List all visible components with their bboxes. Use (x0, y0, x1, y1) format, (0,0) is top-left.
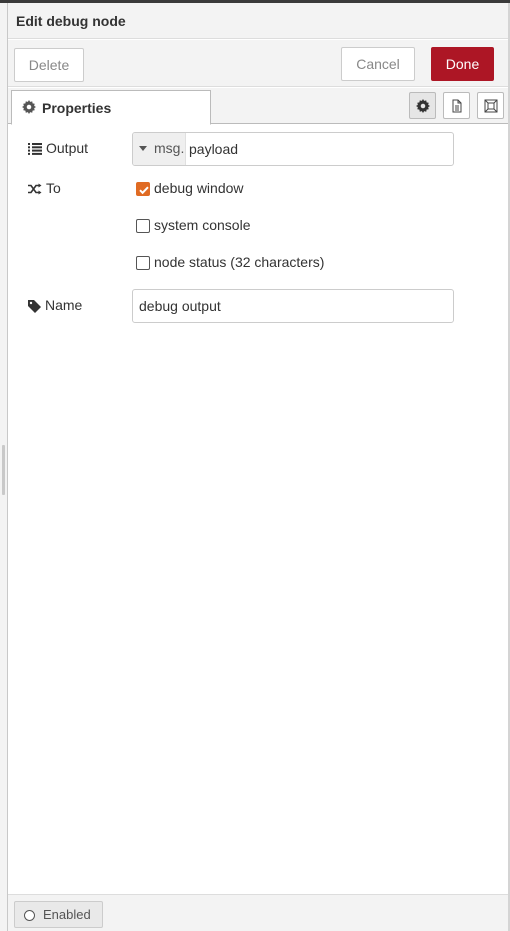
node-status-label: node status (32 characters) (154, 254, 325, 270)
tray-header: Edit debug node (8, 3, 508, 39)
caret-down-icon (139, 146, 147, 151)
output-value[interactable]: payload (189, 141, 238, 157)
tab-bar: Properties (8, 88, 508, 125)
gear-icon (22, 100, 36, 114)
tray-toolbar: Delete Cancel Done (8, 40, 508, 87)
check-icon (139, 186, 149, 195)
frame-icon (484, 99, 498, 113)
enabled-label: Enabled (43, 907, 91, 922)
output-label: Output (28, 140, 88, 156)
resize-edge[interactable] (0, 3, 8, 931)
output-type-select[interactable]: msg. (133, 133, 186, 165)
edit-tray: Edit debug node Delete Cancel Done Prope… (8, 3, 508, 931)
gear-icon (416, 99, 430, 113)
system-console-checkbox[interactable] (136, 219, 150, 233)
output-label-text: Output (46, 140, 89, 156)
cancel-button[interactable]: Cancel (341, 47, 415, 81)
output-typed-input[interactable]: msg. payload (132, 132, 454, 166)
description-view-button[interactable] (443, 92, 470, 119)
name-label: Name (28, 297, 82, 313)
circle-icon (24, 910, 35, 921)
resize-handle[interactable] (2, 445, 5, 495)
tag-icon (28, 299, 41, 313)
tab-properties[interactable]: Properties (11, 90, 211, 125)
name-label-text: Name (45, 297, 83, 313)
output-type-prefix: msg. (154, 140, 185, 156)
appearance-view-button[interactable] (477, 92, 504, 119)
tray-footer: Enabled (8, 894, 508, 931)
system-console-label: system console (154, 217, 251, 233)
tray-title: Edit debug node (16, 13, 126, 29)
tab-label: Properties (42, 100, 112, 116)
enabled-toggle-button[interactable]: Enabled (14, 901, 103, 928)
list-icon (28, 143, 42, 156)
debug-window-label: debug window (154, 180, 244, 196)
to-label-text: To (46, 180, 61, 196)
debug-window-checkbox[interactable] (136, 182, 150, 196)
delete-button[interactable]: Delete (14, 48, 84, 82)
document-icon (452, 99, 462, 113)
to-label: To (28, 180, 61, 196)
properties-view-button[interactable] (409, 92, 436, 119)
shuffle-icon (28, 183, 42, 195)
node-status-checkbox[interactable] (136, 256, 150, 270)
done-button[interactable]: Done (431, 47, 494, 81)
name-input[interactable]: debug output (132, 289, 454, 323)
